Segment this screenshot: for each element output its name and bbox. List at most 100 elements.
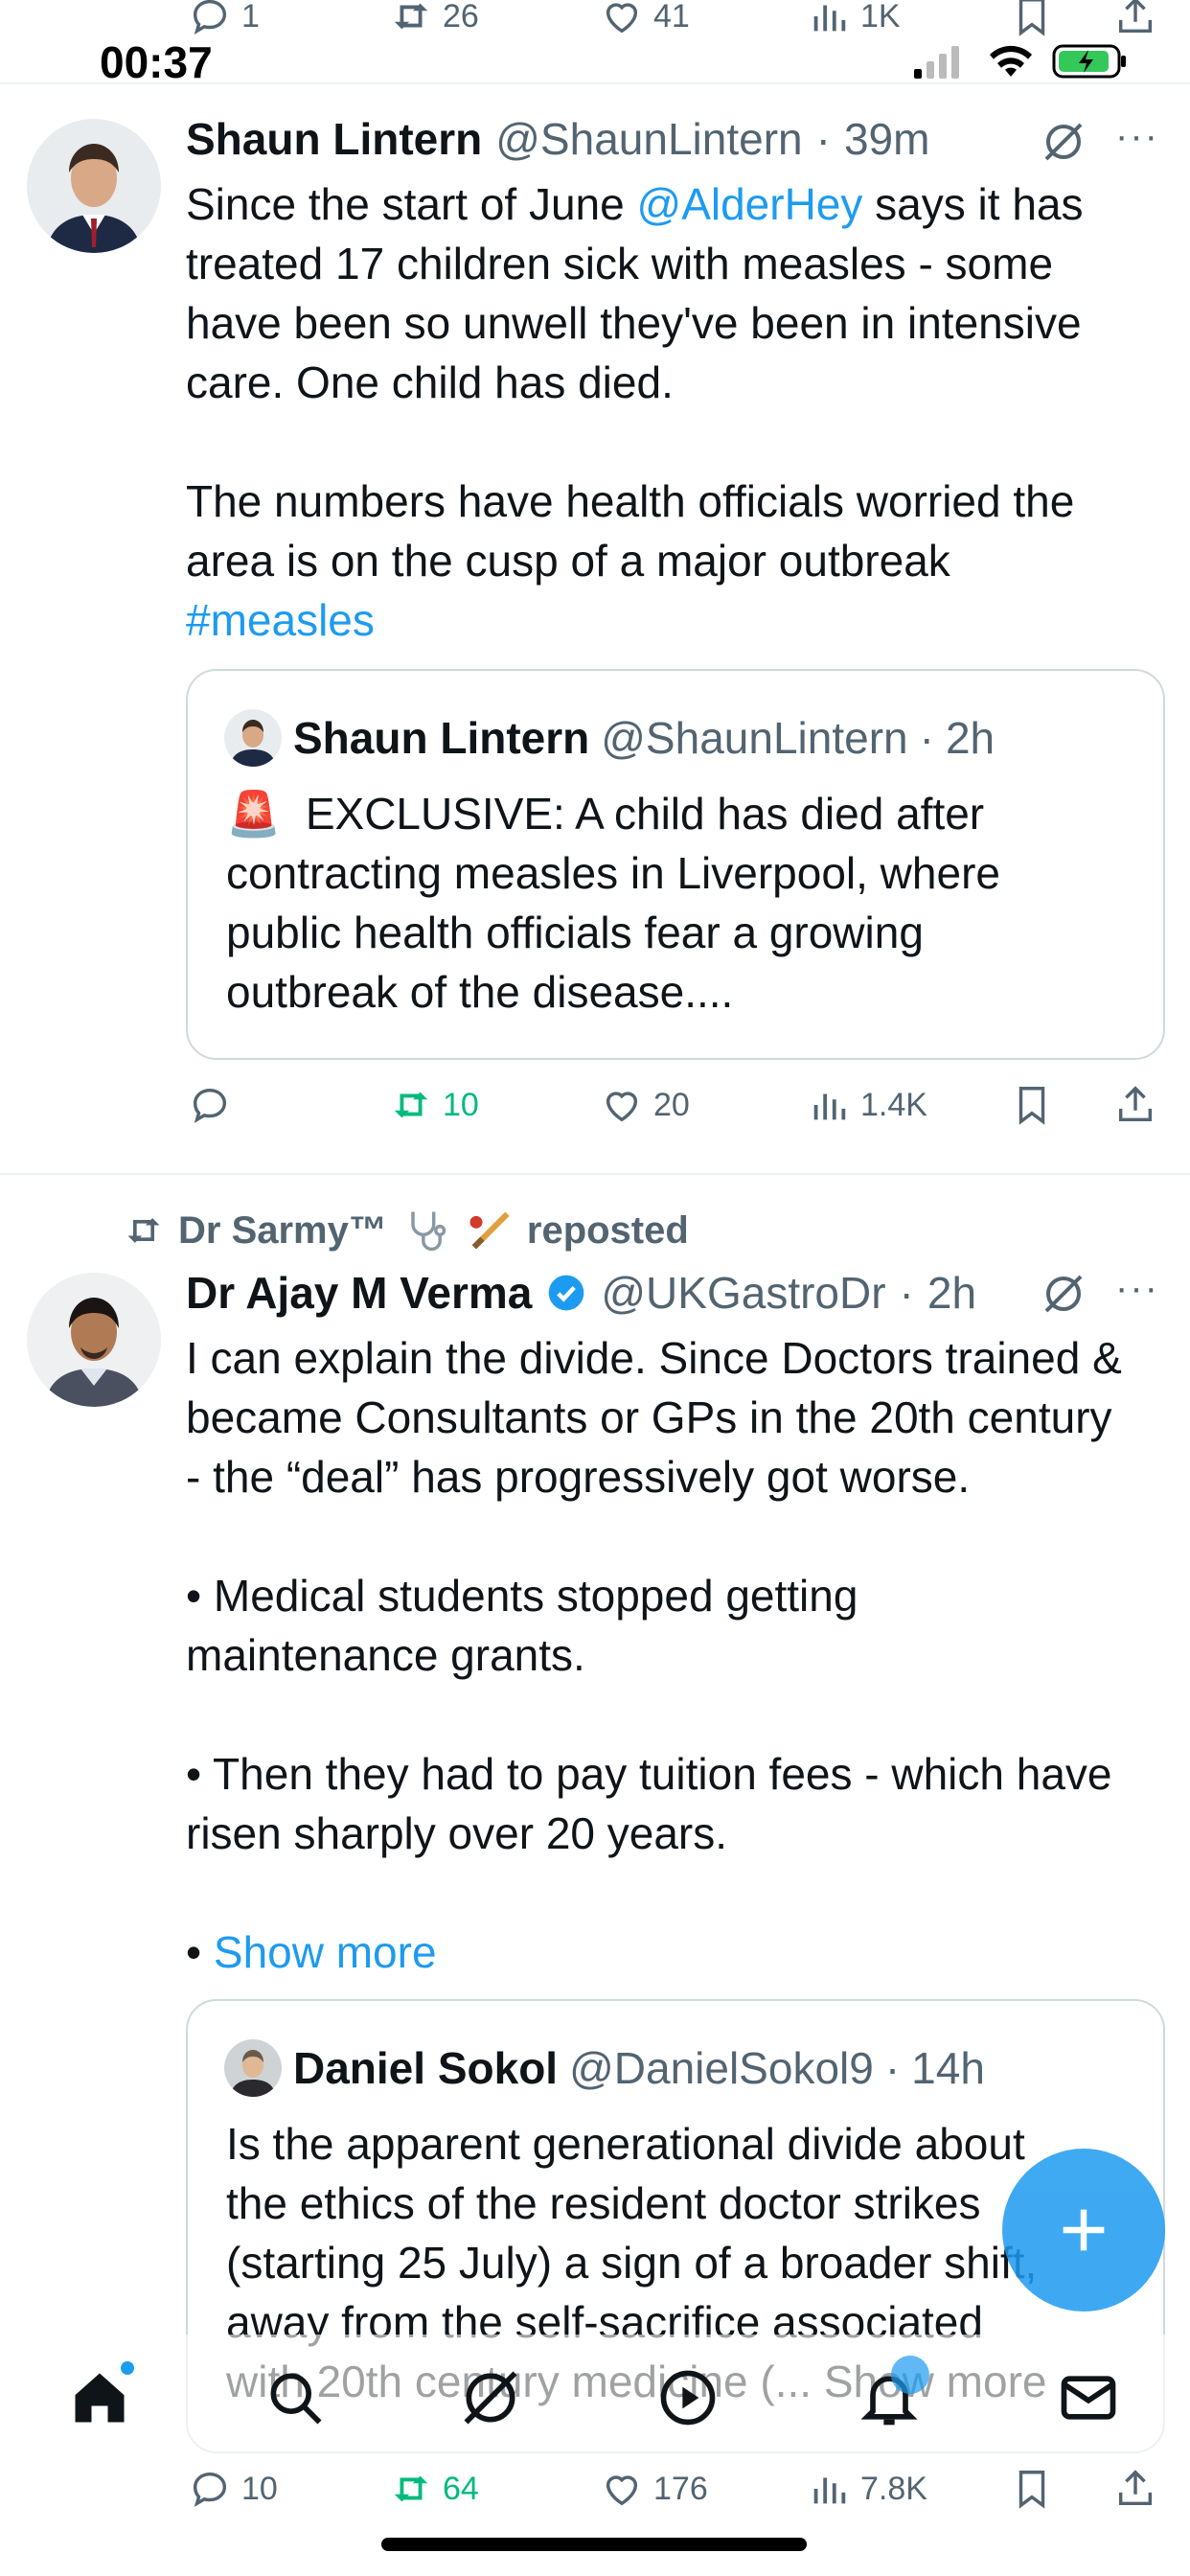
avatar[interactable] xyxy=(27,119,161,253)
quote-author-name: Daniel Sokol xyxy=(293,2043,559,2093)
plus-icon xyxy=(1063,2209,1105,2251)
quote-text: 🚨 EXCLUSIVE: A child has died after cont… xyxy=(226,784,1146,1022)
grok-icon[interactable] xyxy=(1041,1271,1087,1317)
quote-author-handle: @ShaunLintern xyxy=(601,713,908,763)
dot-separator: · xyxy=(899,1268,914,1318)
bookmark-icon xyxy=(1018,1087,1045,1125)
reposter-name: Dr Sarmy™ xyxy=(178,1208,387,1252)
verified-badge-icon xyxy=(549,1275,584,1311)
share-icon xyxy=(1118,0,1153,34)
divider xyxy=(0,1173,1190,1175)
reply-icon xyxy=(193,0,227,35)
share-action[interactable] xyxy=(1113,1083,1157,1127)
repost-context[interactable]: Dr Sarmy™ reposted xyxy=(123,1206,689,1255)
like-action[interactable]: 176 xyxy=(600,2467,708,2511)
siren-emoji: 🚨 xyxy=(226,789,282,839)
author-handle[interactable]: @ShaunLintern xyxy=(495,113,802,165)
show-more-link[interactable]: Show more xyxy=(214,1927,437,1977)
tab-notifications[interactable] xyxy=(851,2356,929,2436)
reposted-label: reposted xyxy=(526,1208,689,1252)
heart-icon xyxy=(606,1092,638,1122)
tweet-text: Since the start of June @AlderHey says i… xyxy=(186,174,1163,650)
share-icon xyxy=(1118,2470,1153,2506)
wifi-icon xyxy=(990,45,1032,77)
views-icon xyxy=(813,1093,846,1120)
repost-count: 10 xyxy=(443,1086,479,1123)
repost-icon xyxy=(127,1218,160,1243)
reply-action[interactable]: 1 xyxy=(188,0,260,38)
unread-dot xyxy=(121,2361,134,2375)
like-action[interactable]: 20 xyxy=(600,1083,690,1127)
home-indicator[interactable] xyxy=(381,2538,807,2551)
bookmark-action[interactable] xyxy=(1010,2467,1054,2511)
repost-icon xyxy=(394,1092,428,1118)
tab-messages[interactable] xyxy=(1050,2359,1127,2436)
bookmark-action[interactable] xyxy=(1010,1083,1054,1127)
tab-search[interactable] xyxy=(257,2359,333,2436)
quote-header: Daniel Sokol @DanielSokol9 · 14h xyxy=(224,2039,985,2097)
mention-link[interactable]: @AlderHey xyxy=(637,179,863,229)
reply-count: 10 xyxy=(241,2470,278,2507)
reply-action[interactable] xyxy=(188,1083,241,1127)
messages-icon xyxy=(1061,2376,1116,2420)
author-name[interactable]: Shaun Lintern xyxy=(186,113,482,165)
repost-action[interactable]: 64 xyxy=(389,2467,479,2511)
quote-author-handle: @DanielSokol9 xyxy=(569,2043,874,2093)
dot-separator: · xyxy=(815,114,831,164)
hashtag-link[interactable]: #measles xyxy=(186,595,375,645)
share-action[interactable] xyxy=(1113,0,1157,38)
quote-text-body: EXCLUSIVE: A child has died after contra… xyxy=(226,789,1000,1017)
compose-button[interactable] xyxy=(1002,2149,1165,2312)
bottom-tab-bar xyxy=(0,2334,1190,2478)
tweet-time: 39m xyxy=(843,114,930,164)
search-icon xyxy=(270,2373,322,2425)
quote-time: 2h xyxy=(945,713,995,763)
like-count: 20 xyxy=(653,1086,690,1123)
grok-icon xyxy=(464,2371,517,2425)
tab-home[interactable] xyxy=(61,2359,138,2436)
views-action[interactable]: 1.4K xyxy=(807,1083,927,1127)
heart-icon xyxy=(606,2475,638,2506)
reply-count: 1 xyxy=(241,0,260,34)
views-action[interactable]: 1K xyxy=(807,0,901,38)
stethoscope-icon xyxy=(411,1211,446,1252)
like-count: 41 xyxy=(653,0,690,34)
quote-author-name: Shaun Lintern xyxy=(293,713,590,763)
repost-action[interactable]: 26 xyxy=(389,0,479,38)
bookmark-icon xyxy=(1018,2471,1045,2509)
views-action[interactable]: 7.8K xyxy=(807,2467,927,2511)
tweet-text-body: I can explain the divide. Since Doctors … xyxy=(186,1333,1122,1977)
quote-header: Shaun Lintern @ShaunLintern · 2h xyxy=(224,709,995,767)
more-options-icon[interactable]: ··· xyxy=(1115,115,1159,158)
signal-icon xyxy=(914,46,959,79)
avatar[interactable] xyxy=(27,1273,161,1407)
more-options-icon[interactable]: ··· xyxy=(1115,1267,1159,1310)
author-handle[interactable]: @UKGastroDr xyxy=(601,1267,885,1319)
quote-avatar xyxy=(224,709,282,767)
notification-badge xyxy=(891,2356,929,2394)
dot-separator: · xyxy=(919,713,934,763)
bookmark-icon xyxy=(1018,0,1045,36)
reply-icon xyxy=(193,1088,227,1124)
tab-video[interactable] xyxy=(650,2359,726,2436)
quoted-tweet[interactable]: Shaun Lintern @ShaunLintern · 2h 🚨 EXCLU… xyxy=(186,669,1165,1060)
tweet-actions: 10 20 1.4K xyxy=(0,1083,1190,1140)
status-time: 00:37 xyxy=(100,37,213,87)
views-icon xyxy=(813,5,846,32)
grok-icon[interactable] xyxy=(1041,119,1087,165)
video-icon xyxy=(660,2370,716,2426)
cricket-icon xyxy=(469,1211,510,1250)
bookmark-action[interactable] xyxy=(1010,0,1054,38)
tweet-text: I can explain the divide. Since Doctors … xyxy=(186,1328,1173,1982)
like-count: 176 xyxy=(653,2470,708,2507)
repost-icon xyxy=(394,2475,428,2502)
tab-grok[interactable] xyxy=(452,2359,529,2436)
repost-count: 64 xyxy=(443,2470,479,2507)
tweet-header: Dr Ajay M Verma @UKGastroDr · 2h xyxy=(186,1267,976,1319)
quote-avatar xyxy=(224,2039,282,2097)
like-action[interactable]: 41 xyxy=(600,0,690,38)
share-action[interactable] xyxy=(1113,2467,1157,2511)
reply-action[interactable]: 10 xyxy=(188,2467,278,2511)
repost-action[interactable]: 10 xyxy=(389,1083,479,1127)
author-name[interactable]: Dr Ajay M Verma xyxy=(186,1267,532,1319)
